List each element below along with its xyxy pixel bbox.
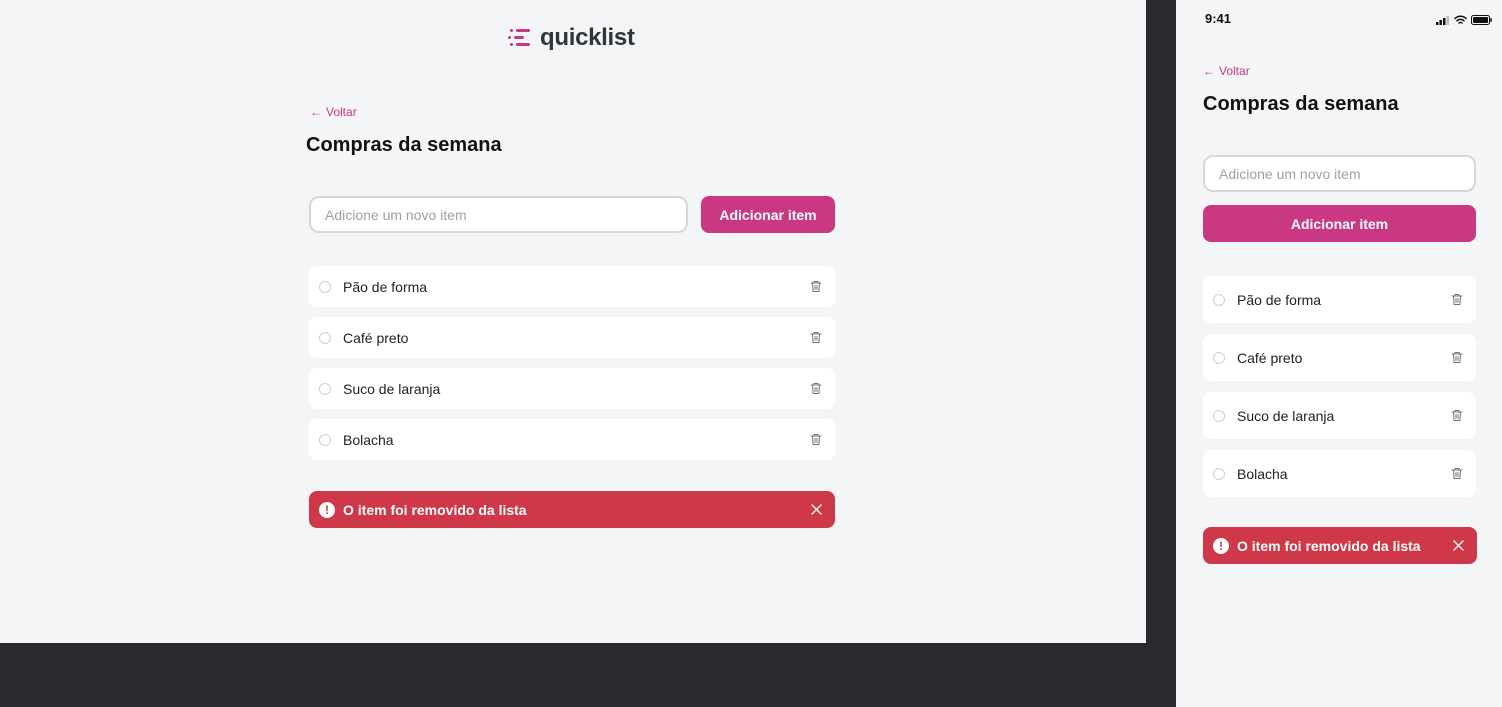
battery-icon bbox=[1471, 12, 1492, 30]
signal-icon bbox=[1436, 12, 1450, 30]
list-item: Suco de laranja bbox=[1203, 392, 1476, 439]
list-item: Suco de laranja bbox=[309, 368, 835, 409]
status-time: 9:41 bbox=[1205, 11, 1232, 26]
item-label: Suco de laranja bbox=[1237, 407, 1335, 424]
item-checkbox[interactable] bbox=[1213, 351, 1225, 364]
new-item-input[interactable] bbox=[1203, 155, 1476, 192]
list-item: Café preto bbox=[309, 317, 835, 358]
back-link[interactable]: ← Voltar bbox=[310, 105, 357, 119]
list-item: Pão de forma bbox=[309, 266, 835, 307]
back-label: Voltar bbox=[1219, 64, 1250, 78]
brand-name: quicklist bbox=[540, 24, 635, 51]
desktop-frame: quicklist ← Voltar Compras da semana Adi… bbox=[0, 0, 1146, 643]
trash-icon[interactable] bbox=[1450, 409, 1464, 423]
back-label: Voltar bbox=[326, 105, 357, 119]
toast-message: O item foi removido da lista bbox=[1237, 537, 1421, 554]
item-checkbox[interactable] bbox=[319, 280, 331, 293]
arrow-left-icon: ← bbox=[310, 105, 322, 119]
list-item: Bolacha bbox=[1203, 450, 1476, 497]
removed-toast: ! O item foi removido da lista bbox=[309, 491, 835, 528]
status-icons bbox=[1436, 12, 1492, 30]
alert-icon: ! bbox=[319, 501, 335, 518]
arrow-left-icon: ← bbox=[1203, 64, 1215, 78]
item-checkbox[interactable] bbox=[1213, 293, 1225, 306]
logo-icon bbox=[508, 27, 534, 49]
page-title: Compras da semana bbox=[1203, 93, 1399, 115]
back-link[interactable]: ← Voltar bbox=[1203, 64, 1250, 78]
item-label: Suco de laranja bbox=[343, 380, 441, 397]
close-icon[interactable] bbox=[1451, 539, 1465, 553]
item-label: Pão de forma bbox=[1237, 291, 1322, 308]
item-checkbox[interactable] bbox=[1213, 467, 1225, 480]
item-checkbox[interactable] bbox=[319, 331, 331, 344]
item-label: Bolacha bbox=[1237, 465, 1288, 482]
trash-icon[interactable] bbox=[1450, 293, 1464, 307]
close-icon[interactable] bbox=[809, 503, 823, 517]
add-item-button[interactable]: Adicionar item bbox=[701, 196, 835, 233]
item-checkbox[interactable] bbox=[319, 433, 331, 446]
item-label: Café preto bbox=[343, 329, 409, 346]
new-item-input[interactable] bbox=[309, 196, 688, 233]
list-item: Pão de forma bbox=[1203, 276, 1476, 323]
wifi-icon bbox=[1454, 12, 1467, 30]
list-item: Bolacha bbox=[309, 419, 835, 460]
list-item: Café preto bbox=[1203, 334, 1476, 381]
trash-icon[interactable] bbox=[809, 382, 823, 396]
page-title: Compras da semana bbox=[306, 134, 502, 156]
trash-icon[interactable] bbox=[809, 280, 823, 294]
item-label: Bolacha bbox=[343, 431, 394, 448]
trash-icon[interactable] bbox=[1450, 351, 1464, 365]
item-label: Café preto bbox=[1237, 349, 1303, 366]
add-item-button[interactable]: Adicionar item bbox=[1203, 205, 1476, 242]
item-checkbox[interactable] bbox=[1213, 409, 1225, 422]
trash-icon[interactable] bbox=[809, 433, 823, 447]
toast-message: O item foi removido da lista bbox=[343, 501, 527, 518]
item-label: Pão de forma bbox=[343, 278, 428, 295]
trash-icon[interactable] bbox=[1450, 467, 1464, 481]
removed-toast: ! O item foi removido da lista bbox=[1203, 527, 1477, 564]
mobile-frame: 9:41 ← Voltar Compras da semana Adiciona… bbox=[1176, 0, 1502, 707]
alert-icon: ! bbox=[1213, 537, 1229, 554]
item-checkbox[interactable] bbox=[319, 382, 331, 395]
logo: quicklist bbox=[508, 24, 635, 52]
trash-icon[interactable] bbox=[809, 331, 823, 345]
